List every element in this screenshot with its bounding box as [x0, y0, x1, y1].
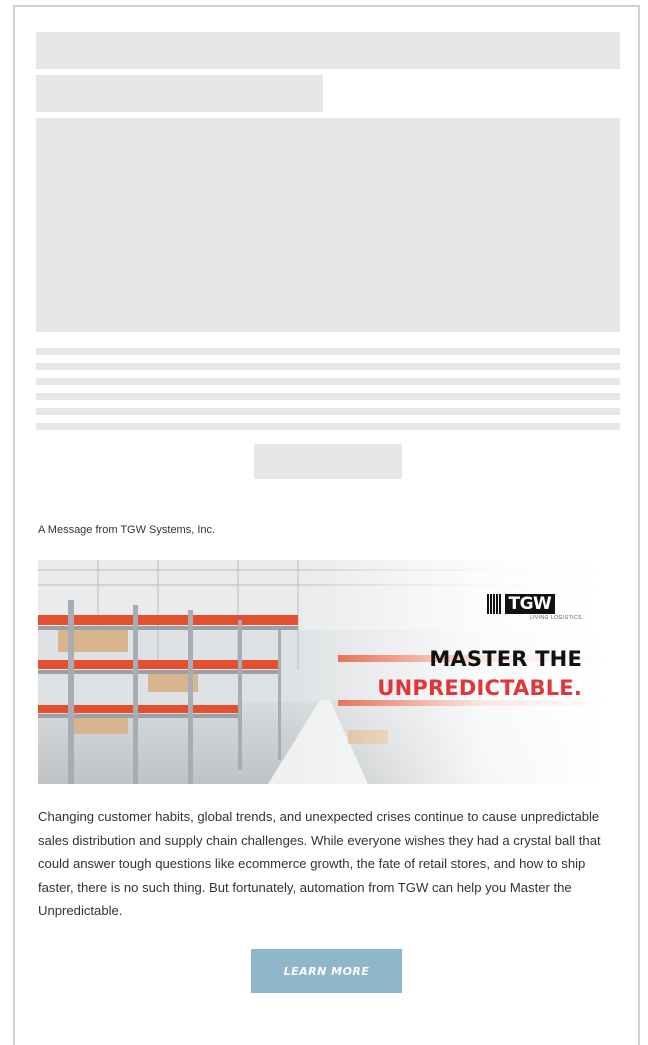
placeholder-title [36, 32, 620, 69]
placeholder-subtitle [36, 75, 323, 112]
placeholder-text-line [36, 393, 620, 400]
body-paragraph: Changing customer habits, global trends,… [38, 809, 601, 919]
placeholder-button [254, 444, 402, 479]
logo-wordmark: TGW [504, 594, 556, 614]
placeholder-text-line [36, 423, 620, 430]
placeholder-text-line [36, 378, 620, 385]
placeholder-image [36, 118, 620, 332]
placeholder-text-line [36, 348, 620, 355]
logo-tagline: LIVING LOGISTICS [529, 615, 582, 621]
sponsor-label: A Message from TGW Systems, Inc. [38, 524, 216, 536]
placeholder-text-line [36, 408, 620, 415]
barcode-icon [487, 594, 501, 614]
learn-more-button[interactable]: LEARN MORE [251, 949, 402, 993]
tgw-logo: TGW LIVING LOGISTICS [487, 594, 582, 621]
placeholder-text-line [36, 363, 620, 370]
hero-headline-line2: UNPREDICTABLE. [377, 676, 582, 700]
hero-headline-line1: MASTER THE [429, 647, 582, 671]
hero-banner[interactable]: TGW LIVING LOGISTICS MASTER THE UNPREDIC… [38, 560, 606, 784]
